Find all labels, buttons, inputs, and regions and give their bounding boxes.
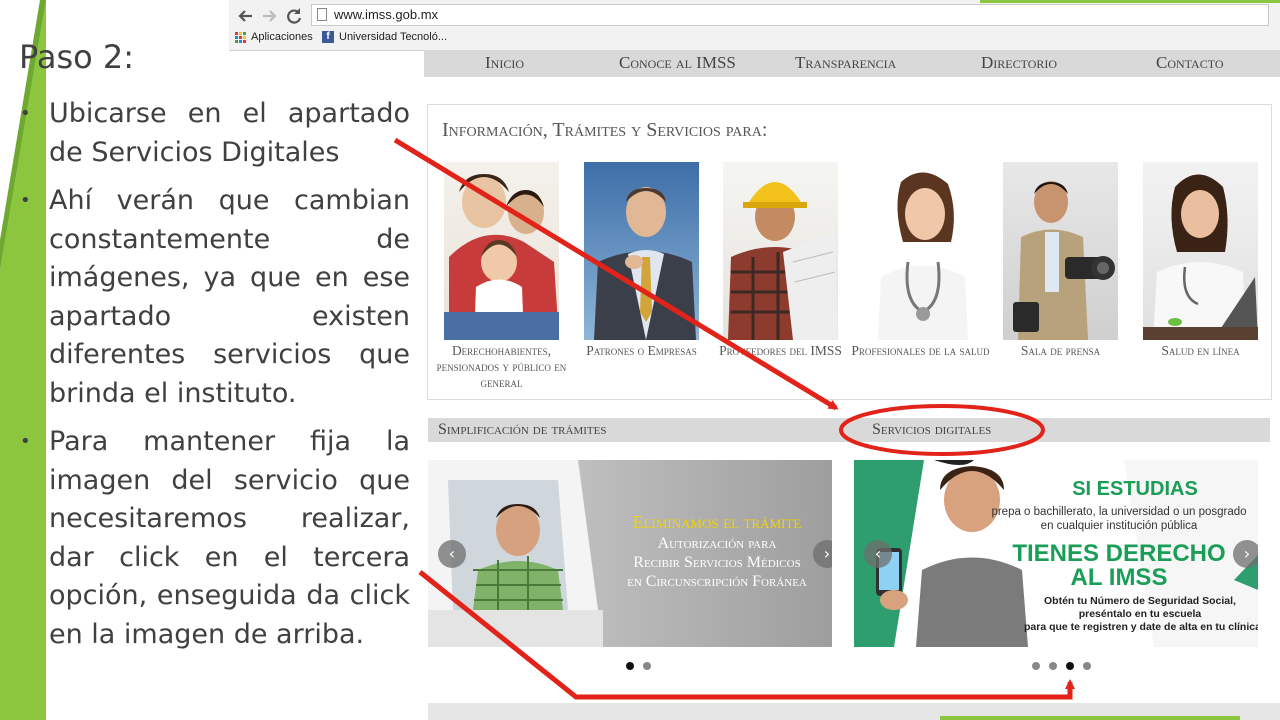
bullet-item: • Para mantener fija la imagen del servic… [20,423,410,654]
slide-title: Paso 2: [19,38,135,76]
card-profesionales[interactable]: Profesionales de la salud [851,162,990,358]
carousel-dots-left [626,662,651,670]
banner-foot3: para que te registren y date de alta en … [1024,621,1258,633]
section-label: Servicios digitales [872,421,992,438]
section-servicios-digitales[interactable]: Servicios digitales [846,418,1270,442]
banner-prev-button[interactable]: ‹ [438,540,466,568]
card-patrones[interactable]: Patrones o Empresas [584,162,699,358]
card-sala-prensa[interactable]: Sala de prensa [1003,162,1118,358]
page-icon [317,8,327,21]
slide-green-line-bottom [940,716,1240,720]
nav-contacto[interactable]: Contacto [1156,53,1224,73]
banner-servicios[interactable]: SI ESTUDIAS prepa o bachillerato, la uni… [854,460,1258,647]
banner-sub2: en cualquier institución pública [1040,520,1198,532]
card-label: Derechohabientes, pensionados y público … [436,343,567,390]
slide-green-line [980,0,1280,3]
doctor-photo [863,162,978,340]
browser-toolbar: www.imss.gob.mx Aplicaciones f Universid… [229,0,1280,51]
bullet-icon: • [20,103,31,124]
carousel-dot[interactable] [1083,662,1091,670]
bullet-item: • Ahí verán que cambian constantemente de… [20,182,410,413]
bullet-item: • Ubicarse en el apartado de Servicios Di… [20,95,410,172]
banner-big2: AL IMSS [1070,564,1168,591]
bullet-text: Ubicarse en el apartado de Servicios Dig… [49,98,410,168]
bookmark-apps[interactable]: Aplicaciones [235,31,313,43]
card-label: Patrones o Empresas [586,343,697,358]
carousel-dot[interactable] [1049,662,1057,670]
card-label: Profesionales de la salud [851,343,990,358]
banner-line3: Recibir Servicios Médicos [633,554,801,571]
banner-prev-button[interactable]: ‹ [864,540,892,568]
banner-next-button[interactable]: › [1233,540,1258,568]
apps-grid-icon [235,31,246,43]
nav-inicio[interactable]: Inicio [485,53,524,73]
photographer-photo [1003,162,1118,340]
banner-foot1: Obtén tu Número de Seguridad Social, [1044,595,1236,607]
arrow-left-icon[interactable] [235,5,257,27]
bookmark-label: Universidad Tecnoló... [339,31,448,43]
carousel-dot-active[interactable] [626,662,634,670]
banner-sub1: prepa o bachillerato, la universidad o u… [991,506,1247,518]
banner-foot2: preséntalo en tu escuela [1078,608,1202,620]
arrow-right-icon[interactable] [258,5,280,27]
bullet-list: • Ubicarse en el apartado de Servicios Di… [20,95,410,664]
reload-icon[interactable] [283,5,305,27]
card-proveedores[interactable]: Proveedores del IMSS [719,162,842,358]
facebook-icon: f [322,31,334,43]
site-nav: Inicio Conoce al IMSS Transparencia Dire… [424,50,1280,77]
worker-photo [723,162,838,340]
banner-line4: en Circunscripción Foránea [627,573,807,590]
section-label: Simplificación de trámites [438,421,607,438]
carousel-dot-active[interactable] [1066,662,1074,670]
carousel-dot[interactable] [643,662,651,670]
carousel-dot[interactable] [1032,662,1040,670]
banner-headline: SI ESTUDIAS [1072,478,1198,500]
family-photo [444,162,559,340]
bullet-text: Ahí verán que cambian constantemente de … [49,185,410,409]
bullet-icon: • [20,431,31,452]
carousel-dots-right [1032,662,1091,670]
info-panel: Información, Trámites y Servicios para: … [427,104,1272,400]
card-label: Salud en línea [1161,343,1240,358]
doctor-laptop-photo [1143,162,1258,340]
bullet-icon: • [20,190,31,211]
card-label: Proveedores del IMSS [719,343,842,358]
banner-line1: Eliminamos el trámite [632,512,802,532]
url-text: www.imss.gob.mx [334,7,439,22]
nav-directorio[interactable]: Directorio [981,53,1057,73]
card-salud-linea[interactable]: Salud en línea [1143,162,1258,358]
nav-conoce[interactable]: Conoce al IMSS [619,53,736,73]
bookmark-label: Aplicaciones [251,31,313,43]
info-title: Información, Trámites y Servicios para: [442,119,768,141]
card-derechohabientes[interactable]: Derechohabientes, pensionados y público … [437,162,566,390]
banner-tramite[interactable]: Eliminamos el trámite Autorización para … [428,460,832,647]
bullet-text: Para mantener fija la imagen del servici… [49,426,410,650]
section-simplificacion[interactable]: Simplificación de trámites [428,418,852,442]
nav-transparencia[interactable]: Transparencia [795,53,896,73]
banner-line2: Autorización para [657,535,777,552]
address-bar[interactable]: www.imss.gob.mx [311,4,1269,26]
card-label: Sala de prensa [1020,343,1101,358]
businessman-photo [584,162,699,340]
bookmark-universidad[interactable]: f Universidad Tecnoló... [322,31,447,43]
